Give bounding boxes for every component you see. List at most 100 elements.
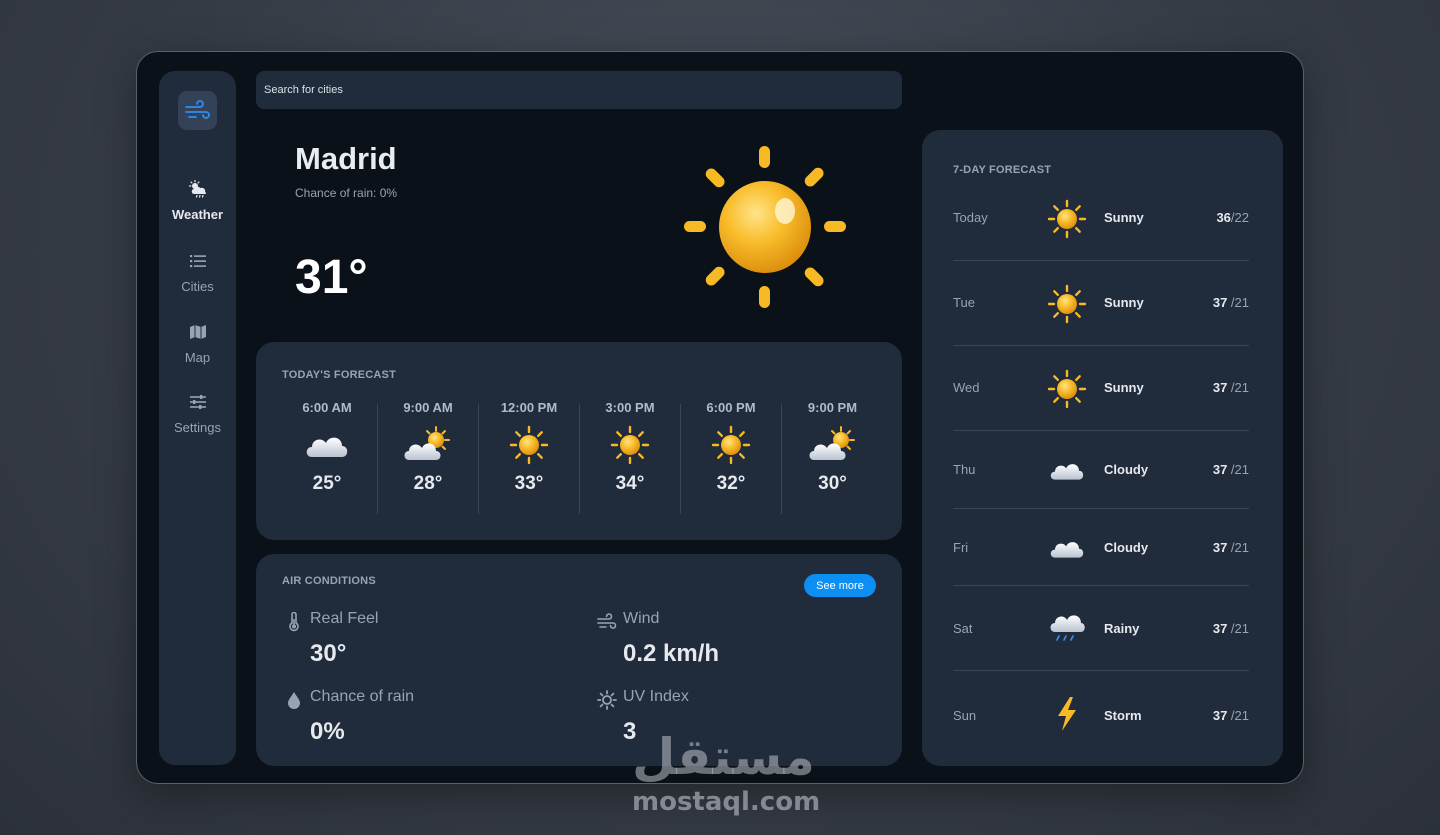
see-more-button[interactable]: See more bbox=[804, 574, 876, 597]
day-name: Fri bbox=[953, 540, 969, 555]
cloud-icon bbox=[1047, 528, 1087, 568]
hourly-item: 9:00 PM 30° bbox=[782, 400, 883, 514]
cloud-icon bbox=[302, 425, 352, 465]
city-name: Madrid bbox=[295, 141, 397, 176]
hour-time: 3:00 PM bbox=[605, 400, 655, 415]
hourly-item: 6:00 PM 32° bbox=[681, 400, 782, 514]
day-temps: 37 /21 bbox=[1213, 462, 1249, 477]
day-low: /21 bbox=[1227, 462, 1249, 477]
day-condition: Cloudy bbox=[1104, 462, 1149, 477]
sun-icon bbox=[610, 425, 650, 465]
day-high: 36 bbox=[1216, 210, 1231, 225]
hour-temp: 34° bbox=[615, 473, 645, 494]
air-value: 30° bbox=[310, 640, 347, 667]
sidebar-item-settings[interactable]: Settings bbox=[159, 392, 236, 435]
list-icon bbox=[189, 255, 206, 268]
day-name: Tue bbox=[953, 295, 975, 310]
current-temperature: 31° bbox=[295, 251, 368, 304]
day-high: 37 bbox=[1212, 621, 1228, 636]
watermark-latin: mostaql.com bbox=[632, 787, 821, 817]
day-low: /22 bbox=[1230, 210, 1249, 225]
day-low: /21 bbox=[1227, 380, 1249, 395]
day-temps: 37 /21 bbox=[1213, 708, 1249, 723]
app-logo[interactable] bbox=[178, 91, 217, 130]
droplet-icon bbox=[288, 692, 300, 709]
day-condition: Sunny bbox=[1104, 380, 1144, 395]
divider bbox=[953, 260, 1249, 261]
app-window: Weather Cities Map Settings Search for c… bbox=[136, 51, 1304, 784]
sun-icon bbox=[684, 146, 846, 308]
day-name: Sat bbox=[953, 621, 973, 636]
sliders-icon bbox=[189, 395, 206, 409]
sun-icon bbox=[1047, 199, 1087, 239]
hour-temp: 30° bbox=[818, 473, 847, 494]
search-input[interactable] bbox=[256, 71, 902, 109]
sidebar-item-label: Weather bbox=[171, 207, 224, 222]
lightning-icon bbox=[1047, 694, 1087, 734]
sidebar-item-map[interactable]: Map bbox=[159, 322, 236, 365]
watermark-arabic: مستقل bbox=[632, 728, 815, 786]
air-value: 0% bbox=[310, 718, 345, 745]
cloud-sun-rain-icon bbox=[188, 179, 206, 198]
divider bbox=[953, 670, 1249, 671]
partly-cloudy-icon bbox=[808, 425, 858, 465]
todays-forecast-title: TODAY'S FORECAST bbox=[282, 369, 397, 381]
day-high: 37 bbox=[1212, 540, 1228, 555]
day-condition: Sunny bbox=[1104, 210, 1144, 225]
day-condition: Sunny bbox=[1104, 295, 1144, 310]
seven-day-title: 7-DAY FORECAST bbox=[953, 164, 1052, 176]
day-temps: 37 /21 bbox=[1213, 295, 1249, 310]
air-label: Wind bbox=[623, 610, 660, 627]
hour-temp: 28° bbox=[413, 473, 443, 494]
day-temps: 37 /21 bbox=[1213, 621, 1249, 636]
sidebar-item-cities[interactable]: Cities bbox=[159, 251, 236, 294]
hourly-item: 9:00 AM 28° bbox=[378, 400, 479, 514]
divider bbox=[953, 430, 1249, 431]
day-low: /21 bbox=[1227, 540, 1249, 555]
map-icon bbox=[189, 325, 206, 339]
day-condition: Storm bbox=[1104, 708, 1142, 723]
day-condition: Rainy bbox=[1104, 621, 1140, 636]
day-low: /21 bbox=[1227, 621, 1249, 636]
wind-icon bbox=[597, 613, 617, 629]
air-conditions-title: AIR CONDITIONS bbox=[282, 575, 376, 587]
day-high: 37 bbox=[1212, 708, 1228, 723]
hour-time: 12:00 PM bbox=[500, 400, 558, 415]
sidebar: Weather Cities Map Settings bbox=[159, 71, 236, 765]
hour-temp: 32° bbox=[716, 473, 746, 494]
divider bbox=[953, 345, 1249, 346]
air-label: Chance of rain bbox=[310, 688, 415, 705]
hour-time: 6:00 PM bbox=[706, 400, 756, 415]
thermometer-icon bbox=[289, 612, 299, 632]
hourly-item: 6:00 AM 25° bbox=[277, 400, 378, 514]
cloud-icon bbox=[1047, 450, 1087, 490]
sun-icon bbox=[1047, 284, 1087, 324]
day-temps: 37 /21 bbox=[1213, 540, 1249, 555]
hour-time: 6:00 AM bbox=[302, 400, 352, 415]
hourly-item: 12:00 PM 33° bbox=[479, 400, 580, 514]
rain-cloud-icon bbox=[1047, 608, 1087, 648]
todays-forecast-card: TODAY'S FORECAST 6:00 AM 25° 9:00 AM 28°… bbox=[256, 342, 902, 540]
air-value: 0.2 km/h bbox=[623, 640, 720, 667]
day-temps: 37 /21 bbox=[1213, 380, 1249, 395]
sidebar-item-label: Map bbox=[184, 350, 211, 365]
hourly-item: 3:00 PM 34° bbox=[580, 400, 681, 514]
hour-time: 9:00 AM bbox=[403, 400, 453, 415]
day-condition: Cloudy bbox=[1104, 540, 1149, 555]
hour-time: 9:00 PM bbox=[807, 400, 858, 415]
air-label: UV Index bbox=[623, 688, 689, 705]
sidebar-item-weather[interactable]: Weather bbox=[159, 179, 236, 222]
day-name: Wed bbox=[953, 380, 980, 395]
hour-temp: 25° bbox=[312, 473, 342, 494]
day-low: /21 bbox=[1227, 708, 1249, 723]
day-high: 37 bbox=[1212, 380, 1228, 395]
day-high: 37 bbox=[1212, 295, 1228, 310]
day-name: Sun bbox=[953, 708, 977, 723]
hour-temp: 33° bbox=[514, 473, 544, 494]
seven-day-forecast-card: 7-DAY FORECAST Today Sunny 36/22 Tue Sun… bbox=[922, 130, 1283, 766]
rain-chance-text: Chance of rain: 0% bbox=[295, 186, 398, 200]
sun-outline-icon bbox=[597, 690, 617, 710]
day-high: 37 bbox=[1212, 462, 1228, 477]
day-temps: 36/22 bbox=[1216, 210, 1249, 225]
sun-icon bbox=[1047, 369, 1087, 409]
